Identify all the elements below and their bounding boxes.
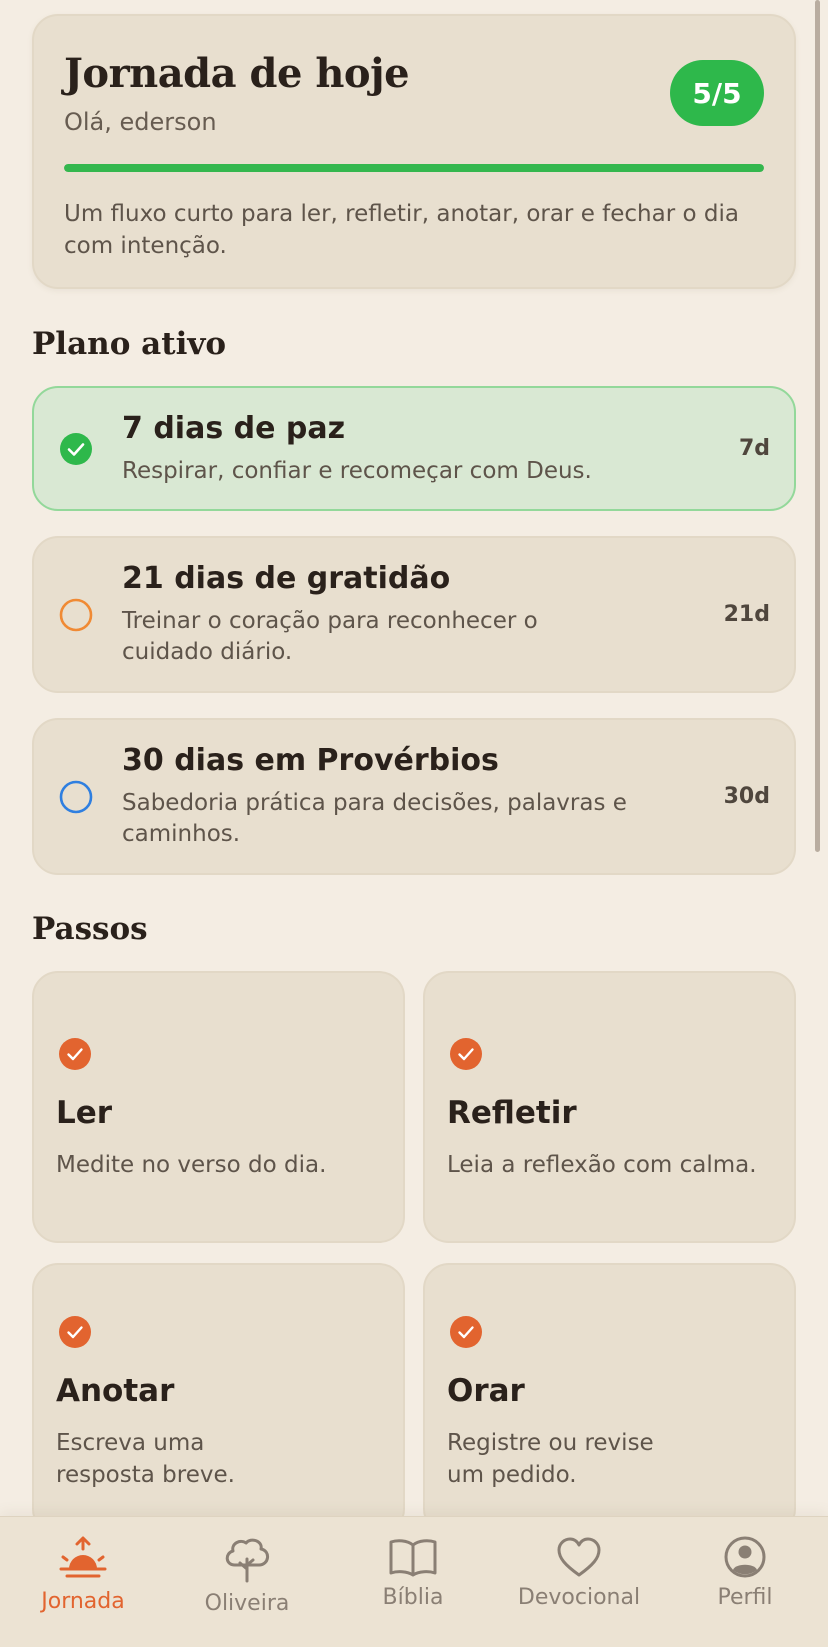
step-description: Registre ou revise um pedido. [447, 1430, 654, 1488]
circle-icon [59, 598, 93, 631]
tab-devocional[interactable]: Devocional [504, 1535, 654, 1610]
circle-icon [59, 780, 93, 813]
tab-label: Bíblia [382, 1585, 444, 1610]
progress-bar-fill [64, 164, 764, 172]
bottom-tab-bar: Jornada Oliveira Bíblia Devocional Perfi… [0, 1516, 828, 1647]
step-description: Escreva uma resposta breve. [56, 1430, 235, 1488]
check-circle-icon [60, 432, 92, 465]
greeting-text: Olá, ederson [64, 108, 217, 136]
plan-subtitle: Sabedoria prática para decisões, palavra… [122, 790, 627, 847]
plan-subtitle: Treinar o coração para reconhecer o cuid… [122, 608, 538, 665]
step-card-pray[interactable]: Orar Registre ou revise um pedido. [423, 1263, 796, 1535]
step-description: Leia a reflexão com calma. [447, 1152, 757, 1178]
plan-duration: 7d [738, 436, 770, 461]
step-card-read[interactable]: Ler Medite no verso do dia. [32, 971, 405, 1243]
check-circle-icon [450, 1038, 482, 1070]
tab-label: Oliveira [204, 1591, 290, 1616]
plan-card-7-days-peace[interactable]: 7 dias de paz Respirar, confiar e recome… [32, 386, 796, 511]
step-title: Orar [447, 1373, 525, 1409]
journey-summary-card: Jornada de hoje Olá, ederson 5/5 Um flux… [32, 14, 796, 289]
step-description: Medite no verso do dia. [56, 1152, 327, 1178]
journey-description: Um fluxo curto para ler, refletir, anota… [64, 201, 739, 259]
check-circle-icon [59, 1038, 91, 1070]
step-title: Refletir [447, 1095, 577, 1131]
sunrise-icon [59, 1536, 107, 1578]
tab-oliveira[interactable]: Oliveira [172, 1535, 322, 1616]
book-icon [389, 1539, 437, 1577]
steps-grid: Ler Medite no verso do dia. Refletir Lei… [32, 971, 796, 1535]
tab-perfil[interactable]: Perfil [670, 1535, 820, 1610]
progress-badge: 5/5 [670, 60, 764, 126]
tab-label: Perfil [717, 1585, 773, 1610]
plan-title: 30 dias em Provérbios [122, 743, 499, 778]
progress-bar [64, 164, 764, 172]
profile-icon [724, 1536, 766, 1578]
plan-title: 21 dias de gratidão [122, 561, 451, 596]
plan-duration: 21d [723, 602, 770, 627]
plan-card-21-days-gratitude[interactable]: 21 dias de gratidão Treinar o coração pa… [32, 536, 796, 693]
heart-icon [557, 1537, 601, 1577]
check-circle-icon [59, 1316, 91, 1348]
plan-subtitle: Respirar, confiar e recomeçar com Deus. [122, 457, 592, 484]
step-card-write[interactable]: Anotar Escreva uma resposta breve. [32, 1263, 405, 1535]
check-circle-icon [450, 1316, 482, 1348]
tab-biblia[interactable]: Bíblia [338, 1535, 488, 1610]
section-title-steps: Passos [32, 911, 148, 947]
tab-label: Devocional [517, 1585, 641, 1610]
plan-duration: 30d [723, 784, 770, 809]
main-content: Jornada de hoje Olá, ederson 5/5 Um flux… [32, 14, 796, 1535]
step-title: Ler [56, 1095, 113, 1131]
plan-card-30-days-proverbs[interactable]: 30 dias em Provérbios Sabedoria prática … [32, 718, 796, 875]
step-title: Anotar [56, 1373, 175, 1409]
tab-jornada[interactable]: Jornada [8, 1535, 158, 1614]
step-card-reflect[interactable]: Refletir Leia a reflexão com calma. [423, 971, 796, 1243]
tab-label: Jornada [41, 1589, 125, 1614]
plan-title: 7 dias de paz [122, 410, 346, 446]
section-title-active-plan: Plano ativo [32, 326, 227, 362]
page-title: Jornada de hoje [64, 50, 410, 97]
tree-icon [225, 1538, 269, 1583]
scrollbar[interactable] [815, 0, 820, 852]
